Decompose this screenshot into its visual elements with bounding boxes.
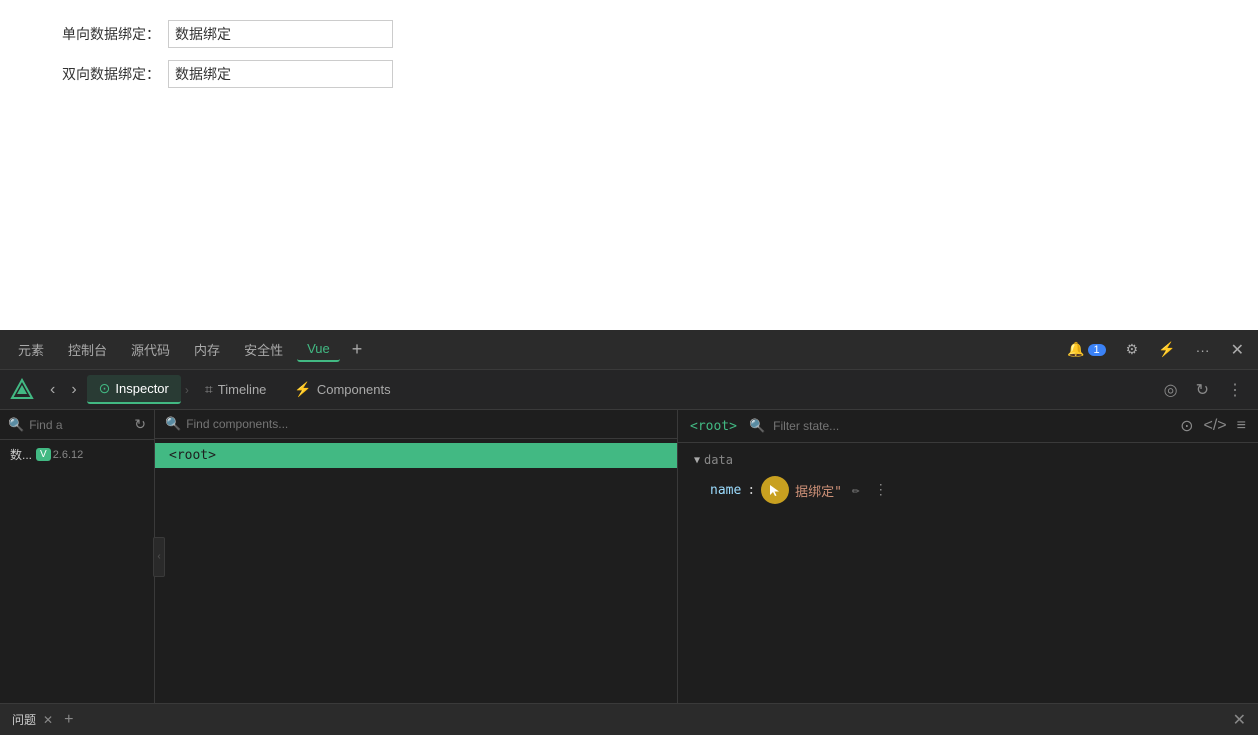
settings-button[interactable]: ⚙ — [1121, 338, 1144, 361]
add-tab-button[interactable]: + — [344, 339, 371, 360]
data-name-row: name : 据绑定" ✏ ⋮ — [694, 473, 1242, 507]
right-header: <root> 🔍 ⊙ </> ≡ — [678, 410, 1258, 443]
component-root-item[interactable]: <root> — [155, 443, 677, 468]
close-status-button[interactable]: ✕ — [1233, 710, 1246, 730]
input-two-way[interactable] — [168, 60, 393, 88]
vue-devtools-right: ◎ ↻ ⋮ — [1159, 377, 1248, 403]
vue-version-badge: V — [36, 448, 51, 461]
right-component-tag: <root> — [690, 419, 737, 434]
tab-memory[interactable]: 内存 — [184, 336, 230, 363]
middle-search-icon: 🔍 — [165, 416, 181, 432]
left-search-input[interactable] — [29, 418, 109, 432]
inspector-icon: ⊙ — [99, 380, 111, 397]
label-one-way: 单向数据绑定： — [30, 24, 160, 44]
middle-content: <root> — [155, 439, 677, 703]
vue-devtools-bar: ‹ › ⊙ Inspector › ⌗ Timeline ⚡ Component… — [0, 370, 1258, 410]
problems-label: 问题 — [12, 711, 36, 728]
middle-search-input[interactable] — [186, 417, 667, 431]
notification-badge: 1 — [1088, 344, 1106, 356]
problems-close-button[interactable]: ✕ — [40, 713, 56, 727]
topbar-right: 🔔 1 ⚙ ⚡ ··· ✕ — [1062, 337, 1250, 363]
add-panel-button[interactable]: + — [64, 711, 73, 729]
left-search-bar: 🔍 ↻ — [0, 410, 154, 440]
tab-timeline[interactable]: ⌗ Timeline — [193, 376, 279, 403]
left-search-icon: 🔍 — [8, 417, 24, 433]
version-text: 2.6.12 — [53, 449, 84, 461]
network-button[interactable]: ⚡ — [1153, 338, 1180, 361]
back-button[interactable]: ‹ — [44, 378, 61, 402]
left-instance-item[interactable]: 数... V 2.6.12 — [0, 440, 154, 469]
vue-badge-v: V — [40, 449, 47, 460]
left-panel: 🔍 ↻ 数... V 2.6.12 — [0, 410, 155, 703]
left-refresh-button[interactable]: ↻ — [134, 416, 146, 433]
list-icon-button[interactable]: ≡ — [1237, 417, 1246, 435]
chevron-icon: › — [185, 383, 189, 397]
instance-prefix: 数... — [10, 446, 32, 463]
row-two-way: 双向数据绑定： — [30, 60, 1228, 88]
data-value-name: 据绑定" — [795, 481, 842, 500]
devtools-panel: 元素 控制台 源代码 内存 安全性 Vue + 🔔 1 ⚙ ⚡ ··· ✕ ‹ … — [0, 330, 1258, 735]
right-search-icon: 🔍 — [749, 418, 765, 434]
middle-search-bar: 🔍 — [155, 410, 677, 439]
code-icon-button[interactable]: </> — [1204, 417, 1227, 435]
components-label: Components — [317, 382, 391, 397]
topbar-tabs: 元素 控制台 源代码 内存 安全性 Vue + — [8, 336, 1062, 363]
collapse-handle[interactable]: ‹ — [153, 537, 165, 577]
forward-button[interactable]: › — [65, 378, 82, 402]
section-label: data — [704, 453, 733, 467]
data-edit-button[interactable]: ✏ — [848, 481, 864, 500]
right-content: ▼ data name : 据绑定" ✏ ⋮ — [678, 443, 1258, 703]
tab-console[interactable]: 控制台 — [58, 336, 117, 363]
tab-security[interactable]: 安全性 — [234, 336, 293, 363]
right-filter-input[interactable] — [773, 419, 1172, 433]
timeline-icon: ⌗ — [205, 381, 213, 398]
more-options-button[interactable]: ⋮ — [1222, 377, 1248, 403]
component-root-tag: <root> — [169, 448, 216, 463]
vue-logo-icon — [10, 378, 34, 402]
tab-source[interactable]: 源代码 — [121, 336, 180, 363]
cursor-indicator — [761, 476, 789, 504]
data-section-title[interactable]: ▼ data — [694, 453, 1242, 467]
main-content: 单向数据绑定： 双向数据绑定： — [0, 0, 1258, 330]
tab-vue[interactable]: Vue — [297, 337, 340, 362]
refresh-button[interactable]: ↻ — [1191, 377, 1214, 403]
tab-inspector[interactable]: ⊙ Inspector — [87, 375, 181, 404]
row-one-way: 单向数据绑定： — [30, 20, 1228, 48]
components-icon: ⚡ — [294, 381, 311, 398]
timeline-label: Timeline — [218, 382, 267, 397]
tab-components[interactable]: ⚡ Components — [282, 376, 402, 403]
problems-tab[interactable]: 问题 ✕ — [12, 711, 56, 728]
devtools-main: 🔍 ↻ 数... V 2.6.12 ‹ 🔍 <root> — [0, 410, 1258, 703]
data-more-button[interactable]: ⋮ — [870, 480, 892, 500]
close-devtools-button[interactable]: ✕ — [1225, 337, 1250, 363]
data-key-name: name — [710, 483, 741, 498]
label-two-way: 双向数据绑定： — [30, 64, 160, 84]
screenshot-icon-button[interactable]: ⊙ — [1180, 416, 1193, 436]
right-icons: ⊙ </> ≡ — [1180, 416, 1246, 436]
middle-panel: 🔍 <root> — [155, 410, 678, 703]
input-one-way[interactable] — [168, 20, 393, 48]
devtools-topbar: 元素 控制台 源代码 内存 安全性 Vue + 🔔 1 ⚙ ⚡ ··· ✕ — [0, 330, 1258, 370]
more-button[interactable]: ··· — [1191, 339, 1215, 361]
section-arrow: ▼ — [694, 455, 700, 466]
tab-element[interactable]: 元素 — [8, 336, 54, 363]
inspector-label: Inspector — [115, 381, 168, 396]
data-colon: : — [747, 483, 755, 498]
target-icon-button[interactable]: ◎ — [1159, 377, 1183, 403]
right-panel: <root> 🔍 ⊙ </> ≡ ▼ data name : — [678, 410, 1258, 703]
notification-button[interactable]: 🔔 1 — [1062, 338, 1110, 361]
status-bar: 问题 ✕ + ✕ — [0, 703, 1258, 735]
